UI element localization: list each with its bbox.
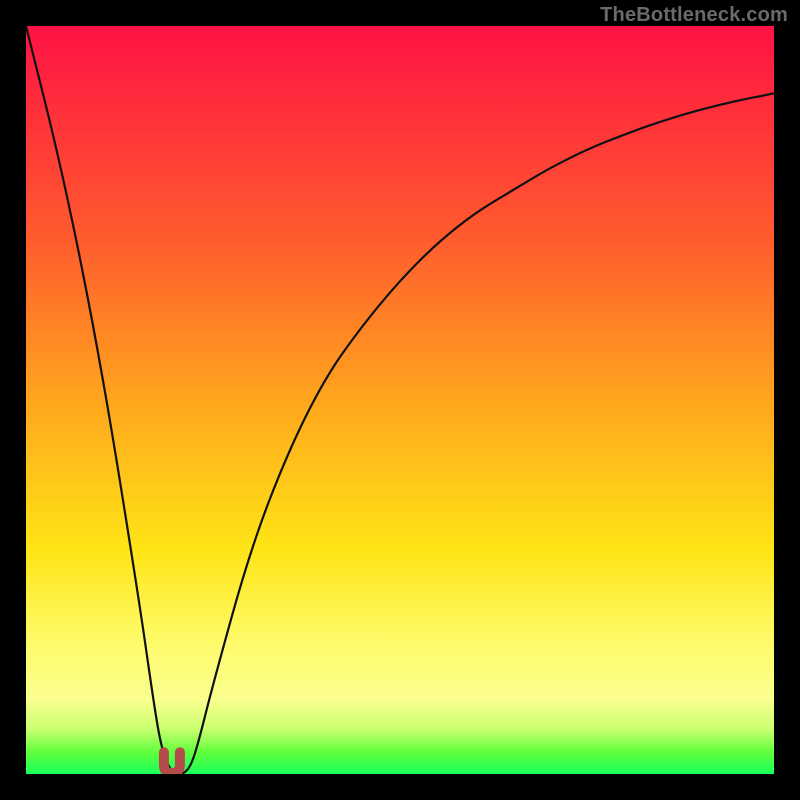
curve-path (26, 26, 774, 774)
plot-area (26, 26, 774, 774)
chart-canvas: TheBottleneck.com (0, 0, 800, 800)
curve-layer (26, 26, 774, 774)
attribution-label: TheBottleneck.com (600, 4, 788, 27)
min-marker-icon (164, 752, 180, 773)
